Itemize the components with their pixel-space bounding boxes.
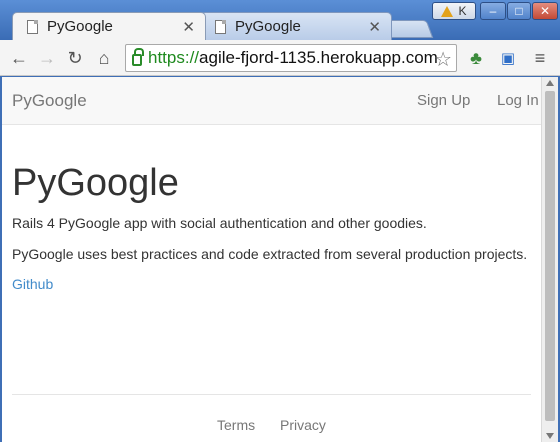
tab-title: PyGoogle xyxy=(235,18,301,35)
lock-icon xyxy=(132,48,144,66)
extension-badge-icon[interactable]: ▣ xyxy=(497,46,519,70)
back-arrow-icon[interactable]: ← xyxy=(8,46,30,70)
minimize-button[interactable]: – xyxy=(480,2,506,20)
tab-active[interactable]: PyGoogle ✕ xyxy=(12,12,206,40)
close-icon[interactable]: ✕ xyxy=(368,18,381,36)
terms-link[interactable]: Terms xyxy=(217,417,255,433)
description-text: Rails 4 PyGoogle app with social authent… xyxy=(12,215,427,231)
brand-link[interactable]: PyGoogle xyxy=(12,91,87,111)
site-navbar: PyGoogle Sign Up Log In xyxy=(2,77,541,125)
description-text: PyGoogle uses best practices and code ex… xyxy=(12,246,528,262)
page-title: PyGoogle xyxy=(12,162,179,204)
close-window-button[interactable]: ✕ xyxy=(532,2,558,20)
menu-icon[interactable]: ≡ xyxy=(529,46,551,70)
sign-up-link[interactable]: Sign Up xyxy=(417,92,470,109)
footer-divider xyxy=(12,394,531,395)
scrollbar-thumb[interactable] xyxy=(545,91,555,421)
tab-title: PyGoogle xyxy=(47,18,113,35)
scroll-up-icon[interactable] xyxy=(546,80,554,86)
address-bar[interactable]: https:// agile-fjord-1135.herokuapp.com … xyxy=(125,44,457,72)
close-icon[interactable]: ✕ xyxy=(182,18,195,36)
url-scheme: https:// xyxy=(148,48,200,67)
maximize-button[interactable]: □ xyxy=(507,2,531,20)
tab-inactive[interactable]: PyGoogle ✕ xyxy=(200,12,392,40)
home-icon[interactable]: ⌂ xyxy=(93,46,115,70)
scroll-down-icon[interactable] xyxy=(546,433,554,439)
page-icon xyxy=(27,19,38,34)
extension-icon[interactable]: ♣ xyxy=(465,46,487,70)
bookmark-star-icon[interactable]: ☆ xyxy=(434,47,452,72)
vertical-scrollbar[interactable] xyxy=(541,77,558,442)
page-icon xyxy=(215,19,226,34)
page-viewport: PyGoogle Sign Up Log In PyGoogle Rails 4… xyxy=(2,77,541,442)
github-link[interactable]: Github xyxy=(12,276,53,292)
privacy-link[interactable]: Privacy xyxy=(280,417,326,433)
warning-icon xyxy=(441,5,454,17)
forward-arrow-icon[interactable]: → xyxy=(36,46,58,70)
log-in-link[interactable]: Log In xyxy=(497,92,539,109)
profile-button[interactable]: K xyxy=(432,2,476,20)
reload-icon[interactable]: ↻ xyxy=(64,46,86,70)
profile-initial: K xyxy=(458,4,467,18)
browser-toolbar: ← → ↻ ⌂ https:// agile-fjord-1135.heroku… xyxy=(0,40,560,76)
url-host: agile-fjord-1135.herokuapp.com xyxy=(199,48,438,67)
